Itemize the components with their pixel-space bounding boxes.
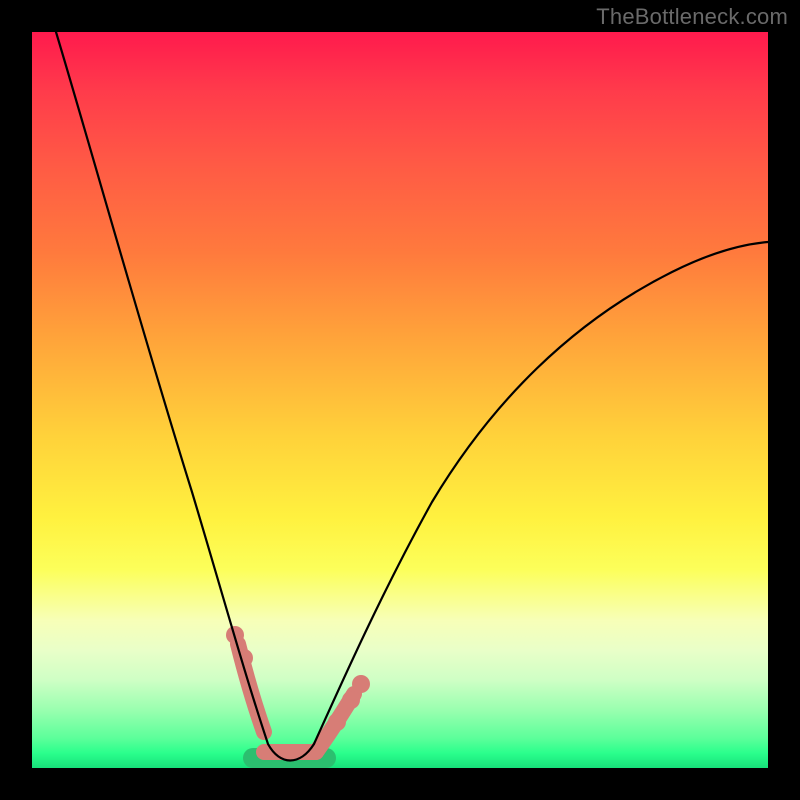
chart-frame: TheBottleneck.com [0, 0, 800, 800]
curve-layer [32, 32, 768, 768]
highlight-dot [342, 691, 360, 709]
plot-area [32, 32, 768, 768]
bottleneck-curve [56, 32, 768, 761]
highlight-dot [328, 713, 346, 731]
highlight-dot [352, 675, 370, 693]
watermark-text: TheBottleneck.com [596, 4, 788, 30]
